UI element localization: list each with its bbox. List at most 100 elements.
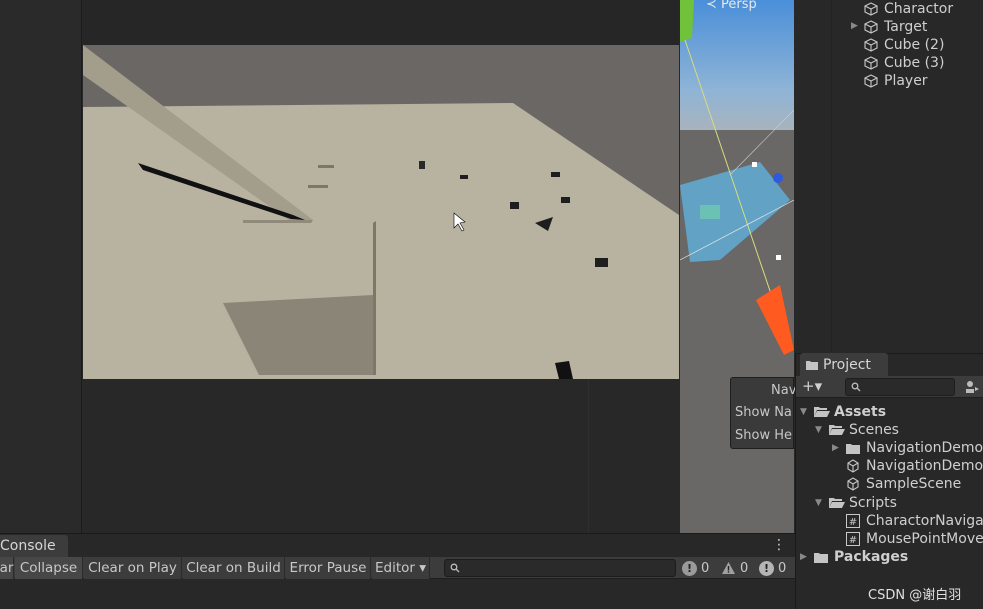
svg-text:#: #	[849, 517, 857, 528]
tree-item-label: CharactorNavigati	[866, 513, 983, 529]
marker	[561, 197, 570, 203]
csharp-script-icon: #	[846, 514, 860, 528]
tree-item-folder[interactable]: ▶ NavigationDemo0	[832, 439, 983, 457]
hierarchy-item[interactable]: Target	[864, 18, 927, 36]
tab-console-label: Console	[0, 538, 56, 554]
tree-item-label: NavigationDemo0	[866, 440, 983, 456]
folder-open-icon	[829, 498, 845, 508]
warning-count: 0	[740, 560, 749, 576]
hierarchy-item-label: Cube (2)	[884, 37, 945, 53]
cube-icon	[864, 38, 878, 52]
hierarchy-item-label: Charactor	[884, 1, 954, 17]
y-axis-cone	[680, 0, 694, 42]
console-header	[0, 533, 795, 557]
warning-count-toggle[interactable]: 0	[721, 559, 748, 577]
tree-item-script[interactable]: # MousePointMove	[846, 530, 983, 548]
cube-icon	[864, 2, 878, 16]
tab-console[interactable]: Console	[0, 535, 68, 557]
expand-arrow-icon[interactable]: ▼	[815, 425, 829, 435]
console-log-area[interactable]	[0, 579, 795, 609]
marker	[460, 175, 468, 179]
project-search-input[interactable]	[845, 378, 955, 396]
unity-scene-icon	[847, 459, 859, 473]
log-count: 0	[701, 560, 710, 576]
tree-item-packages[interactable]: ▶ Packages	[800, 548, 908, 566]
collapse-button[interactable]: Collapse	[15, 557, 83, 579]
svg-text:#: #	[849, 535, 857, 546]
tree-item-scene[interactable]: SampleScene	[846, 475, 961, 493]
tree-item-label: SampleScene	[866, 476, 962, 492]
cube-icon	[864, 74, 878, 88]
nav-overlay-title: Nav	[771, 383, 797, 398]
tree-item-label: NavigationDemo0	[866, 458, 983, 474]
csharp-script-icon: #	[846, 532, 860, 546]
marker	[419, 161, 425, 169]
scene-gizmos	[680, 0, 794, 355]
navigation-overlay[interactable]: Nav Show Na Show He	[730, 377, 797, 449]
tree-item-scene[interactable]: NavigationDemo0	[846, 457, 983, 475]
tree-item-label: MousePointMove	[866, 531, 983, 547]
folder-icon	[846, 443, 860, 454]
tree-item-label: Assets	[834, 404, 887, 420]
hierarchy-item[interactable]: Cube (2)	[864, 36, 944, 54]
show-heightmesh-toggle[interactable]: Show He	[735, 428, 792, 443]
clear-on-build-button[interactable]: Clear on Build	[183, 557, 285, 579]
game-view-letterbox	[83, 379, 679, 533]
x-axis-cone	[756, 285, 794, 355]
scene-view[interactable]: ≺ Persp	[680, 0, 794, 533]
marker	[510, 202, 519, 209]
error-count: 0	[778, 560, 787, 576]
more-options-icon[interactable]: ⋮	[772, 537, 786, 553]
expand-arrow-icon[interactable]: ▼	[815, 498, 829, 508]
game-render[interactable]	[83, 45, 679, 379]
tree-item-assets[interactable]: ▼ Assets	[800, 403, 886, 421]
left-panel	[0, 0, 82, 533]
clear-on-play-button[interactable]: Clear on Play	[84, 557, 182, 579]
expand-arrow-icon[interactable]: ▼	[800, 407, 814, 417]
folder-open-icon	[829, 425, 845, 435]
folder-icon	[814, 552, 828, 563]
cube-icon	[864, 20, 878, 34]
hierarchy-item-label: Player	[884, 73, 928, 89]
warning-icon	[722, 562, 735, 574]
expand-arrow-icon[interactable]: ▶	[800, 552, 814, 562]
unity-scene-icon	[847, 477, 859, 491]
cube-icon	[864, 56, 878, 70]
hierarchy-item-label: Target	[884, 19, 928, 35]
error-count-toggle[interactable]: ! 0	[759, 559, 786, 577]
error-icon: !	[759, 560, 774, 576]
hierarchy-item-label: Cube (3)	[884, 55, 945, 71]
watermark: CSDN @谢白羽	[868, 588, 962, 603]
console-search-input[interactable]	[444, 559, 676, 577]
tree-item-scripts[interactable]: ▼ Scripts	[815, 494, 897, 512]
hierarchy-item[interactable]: Player	[864, 72, 928, 90]
info-icon: !	[682, 560, 697, 576]
log-count-toggle[interactable]: ! 0	[682, 559, 709, 577]
tree-item-scenes[interactable]: ▼ Scenes	[815, 421, 899, 439]
marker	[551, 172, 560, 177]
marker	[595, 258, 608, 267]
show-navmesh-toggle[interactable]: Show Na	[735, 405, 792, 420]
add-asset-button[interactable]: +▾	[802, 377, 822, 395]
search-icon	[450, 563, 460, 573]
expand-arrow-icon[interactable]: ▶	[851, 21, 858, 31]
tree-item-script[interactable]: # CharactorNavigati	[846, 512, 983, 530]
tree-item-label: Packages	[834, 549, 909, 565]
expand-arrow-icon[interactable]: ▶	[832, 443, 846, 453]
error-pause-button[interactable]: Error Pause	[286, 557, 371, 579]
tab-project-label: Project	[823, 356, 871, 373]
editor-dropdown[interactable]: Editor ▾	[372, 557, 430, 579]
tab-project[interactable]: Project	[800, 353, 888, 376]
folder-icon	[806, 360, 818, 370]
folder-open-icon	[814, 407, 830, 417]
hierarchy-item[interactable]: Charactor	[864, 0, 953, 18]
tree-item-label: Scripts	[849, 495, 897, 511]
tree-item-label: Scenes	[849, 422, 899, 438]
game-view-top-bar	[83, 0, 679, 45]
clear-button[interactable]: ar	[0, 557, 14, 579]
search-icon	[851, 382, 861, 392]
box-edge	[373, 221, 376, 375]
perspective-label[interactable]: ≺ Persp	[706, 0, 757, 12]
hierarchy-item[interactable]: Cube (3)	[864, 54, 944, 72]
filter-by-type-icon[interactable]	[964, 379, 980, 395]
